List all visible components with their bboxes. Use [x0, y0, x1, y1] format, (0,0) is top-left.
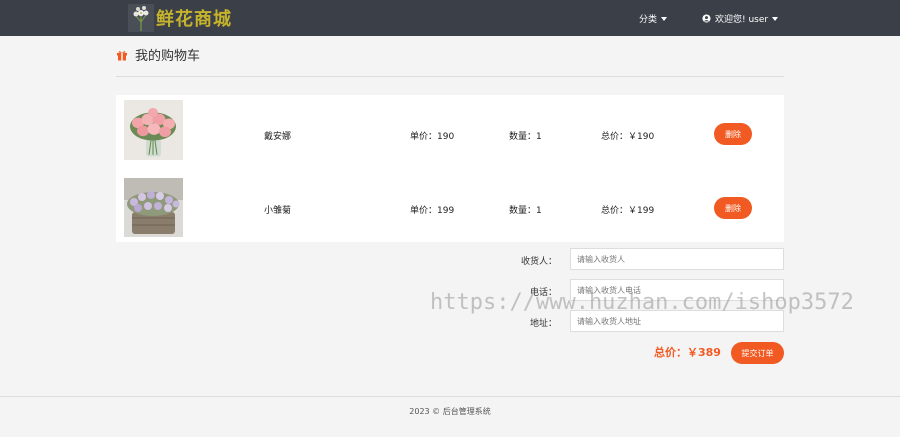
user-greeting: 欢迎您! user — [715, 15, 769, 25]
delete-button[interactable]: 删除 — [714, 197, 752, 219]
user-circle-icon — [702, 14, 711, 23]
top-navbar: 鲜花商城 分类 欢迎您! user — [0, 0, 900, 36]
receiver-label: 收货人： — [520, 257, 557, 267]
footer: 2023 © 后台管理系统 — [0, 396, 900, 437]
gift-icon — [117, 50, 127, 60]
footer-text: 2023 © 后台管理系统 — [409, 407, 491, 416]
line-total: 总价：￥190 — [601, 132, 655, 142]
line-total: 总价：￥199 — [601, 206, 655, 216]
cart-row: 小雏菊 单价：199 数量：1 总价：￥199 删除 — [116, 172, 784, 242]
phone-input[interactable] — [570, 279, 784, 301]
address-label: 地址： — [529, 319, 557, 329]
quantity: 数量：1 — [509, 206, 542, 216]
product-name[interactable]: 小雏菊 — [264, 203, 291, 216]
cart-row: 戴安娜 单价：190 数量：1 总价：￥190 删除 — [116, 97, 784, 167]
address-input[interactable] — [570, 310, 784, 332]
chevron-down-icon — [772, 16, 779, 21]
receiver-input[interactable] — [570, 248, 784, 270]
flower-logo-icon — [128, 4, 154, 32]
chevron-down-icon — [661, 16, 668, 21]
unit-price: 单价：199 — [410, 206, 455, 216]
page-heading: 我的购物车 — [116, 45, 200, 64]
product-name[interactable]: 戴安娜 — [264, 129, 291, 142]
order-total: 总价：￥389 — [654, 346, 721, 359]
product-image-pink-roses[interactable] — [124, 100, 183, 160]
phone-label: 电话： — [529, 288, 557, 298]
page-title: 我的购物车 — [135, 49, 201, 64]
brand-link[interactable]: 鲜花商城 — [128, 4, 232, 32]
category-label: 分类 — [639, 15, 658, 25]
category-dropdown[interactable]: 分类 — [639, 12, 668, 25]
delete-button[interactable]: 删除 — [714, 123, 752, 145]
brand-name: 鲜花商城 — [156, 9, 232, 30]
quantity: 数量：1 — [509, 132, 542, 142]
user-menu[interactable]: 欢迎您! user — [702, 12, 779, 25]
unit-price: 单价：190 — [410, 132, 455, 142]
submit-order-button[interactable]: 提交订单 — [731, 342, 784, 364]
cart-table: 戴安娜 单价：190 数量：1 总价：￥190 删除 小雏菊 单价：199 数量… — [116, 95, 784, 242]
product-image-purple-daisies[interactable] — [124, 178, 183, 237]
divider — [116, 76, 784, 77]
